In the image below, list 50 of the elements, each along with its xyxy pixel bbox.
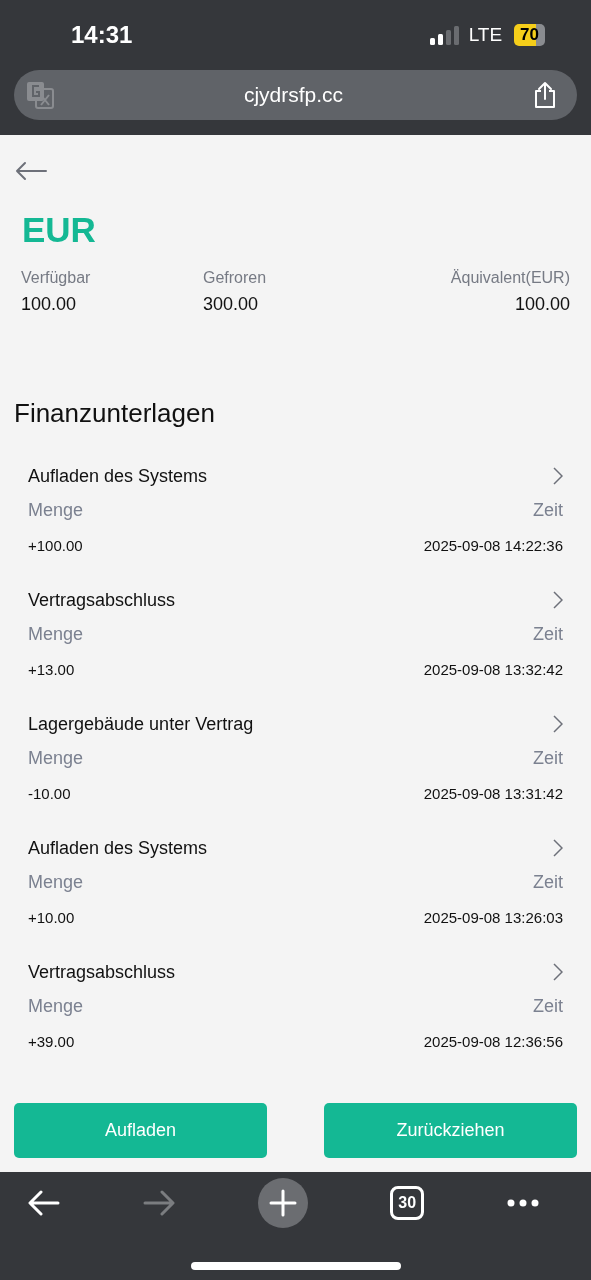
amount-value: +13.00 — [28, 660, 75, 678]
chevron-right-icon[interactable] — [553, 467, 563, 485]
back-icon[interactable] — [28, 1190, 60, 1216]
time-label: Zeit — [533, 747, 563, 769]
clock-time: 14:31 — [71, 21, 133, 49]
time-value: 2025-09-08 12:36:56 — [423, 1032, 563, 1050]
chevron-right-icon[interactable] — [553, 839, 563, 857]
amount-label: Menge — [28, 747, 84, 769]
new-tab-icon[interactable] — [257, 1178, 308, 1228]
record-title[interactable]: Lagergebäude unter Vertrag — [28, 713, 254, 735]
amount-value: +10.00 — [28, 908, 75, 926]
amount-value: +100.00 — [28, 536, 83, 554]
amount-label: Menge — [28, 871, 84, 893]
chevron-right-icon[interactable] — [553, 963, 563, 981]
balance-value: 100.00 — [514, 293, 570, 315]
url-text: cjydrsfp.cc — [243, 83, 344, 107]
chevron-right-icon[interactable] — [553, 591, 563, 609]
time-label: Zeit — [533, 871, 563, 893]
record-title[interactable]: Vertragsabschluss — [28, 589, 176, 611]
currency-title: EUR — [22, 210, 97, 250]
time-label: Zeit — [533, 623, 563, 645]
back-arrow-icon[interactable] — [15, 161, 47, 181]
time-label: Zeit — [533, 995, 563, 1017]
signal-icon — [429, 25, 461, 45]
record-title[interactable]: Aufladen des Systems — [28, 465, 208, 487]
network-label: LTE — [468, 24, 503, 46]
time-label: Zeit — [533, 499, 563, 521]
tab-count-button[interactable]: 30 — [390, 1186, 425, 1220]
balance-label: Äquivalent(EUR) — [450, 268, 570, 288]
more-icon[interactable] — [507, 1199, 539, 1207]
amount-value: +39.00 — [28, 1032, 75, 1050]
balance-value: 300.00 — [203, 293, 260, 315]
balance-label: Gefroren — [203, 268, 268, 288]
time-value: 2025-09-08 13:26:03 — [423, 908, 563, 926]
battery-level: 70 — [514, 24, 545, 46]
amount-label: Menge — [28, 995, 84, 1017]
share-icon[interactable] — [533, 81, 557, 109]
amount-label: Menge — [28, 499, 84, 521]
record-title[interactable]: Aufladen des Systems — [28, 837, 208, 859]
balance-value: 100.00 — [21, 293, 78, 315]
time-value: 2025-09-08 14:22:36 — [423, 536, 563, 554]
record-title[interactable]: Vertragsabschluss — [28, 961, 176, 983]
chevron-right-icon[interactable] — [553, 715, 563, 733]
section-title: Finanzunterlagen — [14, 397, 216, 429]
time-value: 2025-09-08 13:32:42 — [423, 660, 563, 678]
amount-value: -10.00 — [28, 784, 71, 802]
balance-label: Verfügbar — [21, 268, 92, 288]
amount-label: Menge — [28, 623, 84, 645]
time-value: 2025-09-08 13:31:42 — [423, 784, 563, 802]
address-bar[interactable]: cjydrsfp.cc — [14, 70, 577, 120]
